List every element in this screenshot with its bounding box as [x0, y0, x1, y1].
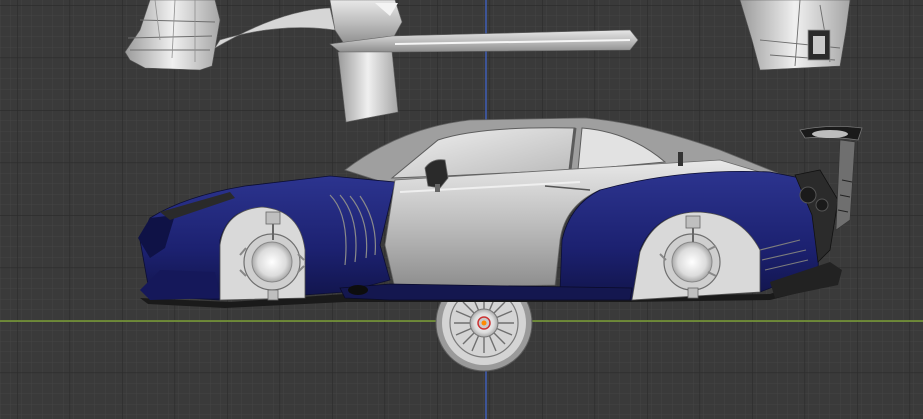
front-wheel-well[interactable] — [219, 206, 306, 301]
origin-point — [481, 320, 487, 326]
viewport-canvas[interactable] — [0, 0, 923, 419]
3d-viewport[interactable] — [0, 0, 923, 419]
